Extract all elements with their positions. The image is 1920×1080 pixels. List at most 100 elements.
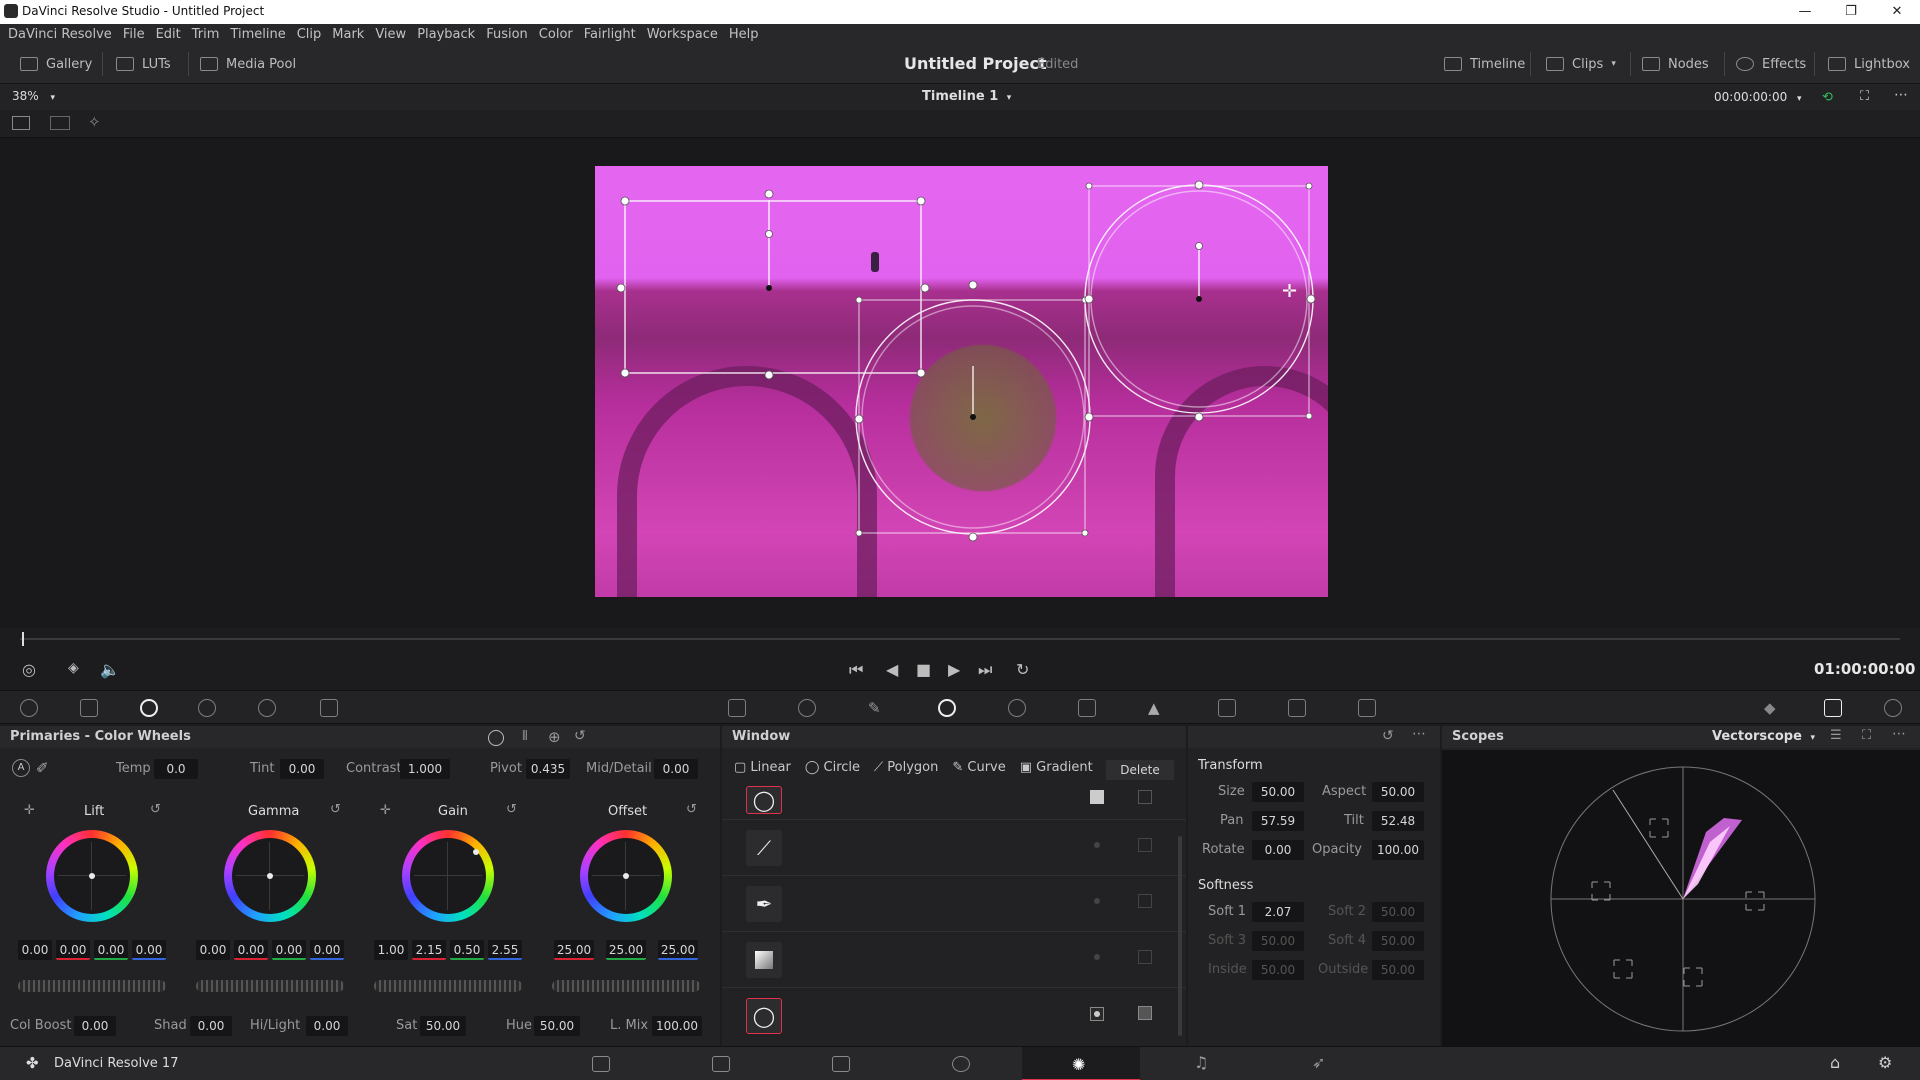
menu-workspace[interactable]: Workspace <box>647 27 718 42</box>
camera-raw-icon[interactable] <box>20 699 38 717</box>
gain-g[interactable]: 0.50 <box>450 940 484 960</box>
timecode-top[interactable]: 00:00:00:00 ▾ <box>1714 90 1802 104</box>
menu-fairlight[interactable]: Fairlight <box>584 27 636 42</box>
menu-view[interactable]: View <box>375 27 406 42</box>
circle-tab[interactable]: ◯ Circle <box>805 760 860 775</box>
window-row-circle-active[interactable]: ◯ <box>722 988 1186 1044</box>
shad-field[interactable]: 0.00 <box>190 1016 232 1036</box>
more-options-icon[interactable]: ⋯ <box>1892 726 1906 742</box>
window-tool-icon[interactable] <box>938 699 956 717</box>
size-field[interactable]: 50.00 <box>1252 782 1304 802</box>
color-match-icon[interactable] <box>80 699 98 717</box>
timeline-scrubber[interactable] <box>20 638 1900 640</box>
cut-page-icon[interactable] <box>712 1056 730 1072</box>
tint-field[interactable]: 0.00 <box>280 759 324 779</box>
gamma-master-wheel[interactable] <box>196 980 344 992</box>
primaries-bars-icon[interactable]: ⦀ <box>522 729 528 744</box>
window-invert-checkbox[interactable] <box>1138 790 1152 804</box>
target-icon[interactable]: ◎ <box>22 660 36 679</box>
speaker-icon[interactable]: 🔈 <box>100 660 120 679</box>
crosshair-icon[interactable]: ✛ <box>380 803 391 818</box>
lift-b[interactable]: 0.00 <box>132 940 166 960</box>
rgb-mixer-icon[interactable] <box>258 699 276 717</box>
layers-icon[interactable]: ◈ <box>68 660 79 676</box>
lift-g[interactable]: 0.00 <box>94 940 128 960</box>
auto-balance-icon[interactable]: A <box>12 759 30 777</box>
scopes-icon[interactable] <box>1824 699 1842 717</box>
colboost-field[interactable]: 0.00 <box>74 1016 116 1036</box>
gamma-reset-icon[interactable]: ↺ <box>330 802 341 817</box>
soft3-field[interactable]: 50.00 <box>1252 931 1304 951</box>
blur-icon[interactable]: ▲ <box>1148 699 1166 717</box>
reset-icon[interactable]: ↺ <box>1382 728 1394 744</box>
color-warper-icon[interactable] <box>798 699 816 717</box>
scope-settings-icon[interactable]: ☰ <box>1830 728 1842 743</box>
gamma-g[interactable]: 0.00 <box>272 940 306 960</box>
keyframes-icon[interactable]: ◆ <box>1764 699 1782 717</box>
polygon-tab[interactable]: ⟋ Polygon <box>874 760 938 775</box>
gain-b[interactable]: 2.55 <box>488 940 522 960</box>
media-page-icon[interactable] <box>592 1056 610 1072</box>
offset-wheel[interactable] <box>580 830 672 922</box>
temp-field[interactable]: 0.0 <box>154 759 198 779</box>
menu-timeline[interactable]: Timeline <box>230 27 285 42</box>
lift-y[interactable]: 0.00 <box>18 940 52 960</box>
window-row-polygon[interactable]: ✒ <box>722 876 1186 932</box>
more-options-icon[interactable]: ⋯ <box>1412 726 1426 742</box>
offset-master-wheel[interactable] <box>552 980 700 992</box>
circle-shape-active-icon[interactable]: ◯ <box>746 998 782 1034</box>
menu-edit[interactable]: Edit <box>156 27 181 42</box>
sync-icon[interactable]: ⟲ <box>1822 90 1833 105</box>
curves-icon[interactable] <box>728 699 746 717</box>
reset-icon[interactable]: ↺ <box>574 728 586 744</box>
linear-window-rect[interactable] <box>624 200 922 374</box>
inside-field[interactable]: 50.00 <box>1252 960 1304 980</box>
skip-forward-icon[interactable]: ⏭ <box>978 660 992 680</box>
fullscreen-icon[interactable]: ⛶ <box>1860 89 1869 104</box>
log-wheels-icon[interactable]: ⊕ <box>548 728 561 746</box>
3d-icon[interactable] <box>1358 699 1376 717</box>
menu-color[interactable]: Color <box>539 27 573 42</box>
menu-fusion[interactable]: Fusion <box>486 27 528 42</box>
window-enable-checkbox[interactable] <box>1090 790 1104 804</box>
color-wheels-icon[interactable] <box>140 699 158 717</box>
info-icon[interactable] <box>1884 699 1902 717</box>
timeline-select[interactable]: Timeline 1 ▾ <box>922 89 1011 104</box>
gain-wheel[interactable] <box>402 830 494 922</box>
menu-davinci[interactable]: DaVinci Resolve <box>8 27 112 42</box>
tracker-icon[interactable] <box>1008 699 1026 717</box>
sizing-icon[interactable] <box>1288 699 1306 717</box>
home-icon[interactable]: ⌂ <box>1830 1053 1840 1072</box>
loop-icon[interactable]: ↻ <box>1016 660 1029 679</box>
close-button[interactable]: ✕ <box>1874 0 1920 24</box>
grid-view-icon[interactable] <box>50 116 70 130</box>
magic-mask-icon[interactable] <box>1078 699 1096 717</box>
circle-shape-icon[interactable]: ◯ <box>746 786 782 814</box>
menu-trim[interactable]: Trim <box>192 27 220 42</box>
single-viewer-icon[interactable] <box>12 116 30 130</box>
deliver-page-icon[interactable]: ➶ <box>1312 1053 1325 1072</box>
lift-master-wheel[interactable] <box>18 980 166 992</box>
menu-mark[interactable]: Mark <box>332 27 364 42</box>
effects-button[interactable]: Effects <box>1736 54 1806 74</box>
linear-shape-icon[interactable]: ⟋ <box>746 830 782 866</box>
curve-tab[interactable]: ✎ Curve <box>952 760 1005 775</box>
fusion-page-icon[interactable] <box>952 1056 970 1072</box>
contrast-field[interactable]: 1.000 <box>400 759 450 779</box>
gain-master-wheel[interactable] <box>374 980 522 992</box>
offset-r[interactable]: 25.00 <box>554 940 594 960</box>
more-options-icon[interactable]: ⋯ <box>1894 87 1908 103</box>
offset-g[interactable]: 25.00 <box>606 940 646 960</box>
timeline-button[interactable]: Timeline <box>1444 54 1525 74</box>
lift-reset-icon[interactable]: ↺ <box>150 802 161 817</box>
menu-file[interactable]: File <box>123 27 145 42</box>
soft1-field[interactable]: 2.07 <box>1252 902 1304 922</box>
qualifier-icon[interactable]: ✎ <box>868 699 886 717</box>
scope-mode-select[interactable]: Vectorscope ▾ <box>1712 729 1815 744</box>
clips-button[interactable]: Clips ▾ <box>1546 54 1616 74</box>
crosshair-icon[interactable]: ✛ <box>24 803 35 818</box>
stop-icon[interactable]: ■ <box>916 660 931 679</box>
color-page-tab[interactable]: ✺ <box>1022 1047 1140 1080</box>
menu-playback[interactable]: Playback <box>417 27 475 42</box>
lightbox-button[interactable]: Lightbox <box>1828 54 1910 74</box>
